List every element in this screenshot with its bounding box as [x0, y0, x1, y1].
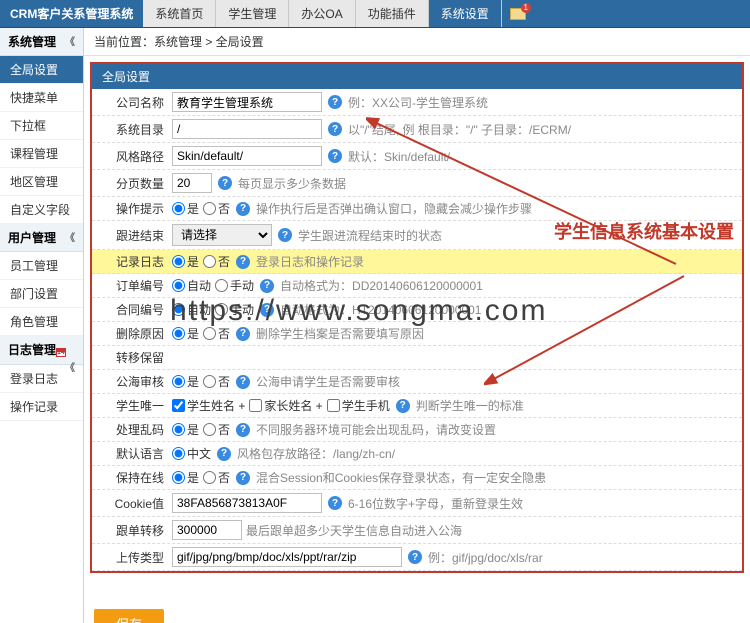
lang-zh[interactable]: 中文 [172, 445, 211, 462]
keeponline-yes[interactable]: 是 [172, 469, 199, 486]
sidebar-item-area[interactable]: 地区管理 [0, 168, 83, 196]
sysdir-input[interactable] [172, 119, 322, 139]
cookie-input[interactable] [172, 493, 322, 513]
company-input[interactable] [172, 92, 322, 112]
panel-title: 全局设置 [92, 64, 742, 89]
help-icon: ? [328, 149, 342, 163]
help-icon: ? [278, 228, 292, 242]
contract-manual[interactable]: 手动 [215, 301, 254, 318]
help-icon: ? [236, 255, 250, 269]
sidebar-item-dropdown[interactable]: 下拉框 [0, 112, 83, 140]
optip-yes[interactable]: 是 [172, 200, 199, 217]
sidebar-item-global[interactable]: 全局设置 [0, 56, 83, 84]
upload-input[interactable] [172, 547, 402, 567]
settings-panel: 全局设置 公司名称?例：XX公司-学生管理系统 系统目录?以"/"结尾, 例 根… [90, 62, 744, 573]
tab-settings[interactable]: 系统设置 [429, 0, 502, 27]
help-icon: ? [328, 496, 342, 510]
help-icon: ? [217, 447, 231, 461]
breadcrumb: 当前位置：系统管理 > 全局设置 [84, 28, 750, 56]
mail-button[interactable]: 1 [502, 0, 534, 27]
encoding-no[interactable]: 否 [203, 421, 230, 438]
save-button[interactable]: 保存 [94, 609, 164, 623]
orderno-manual[interactable]: 手动 [215, 277, 254, 294]
mail-icon: 1 [510, 8, 526, 20]
help-icon: ? [328, 122, 342, 136]
side-head-log[interactable]: 日志管理14《 [0, 336, 83, 365]
tab-student[interactable]: 学生管理 [216, 0, 289, 27]
delreason-no[interactable]: 否 [203, 325, 230, 342]
encoding-yes[interactable]: 是 [172, 421, 199, 438]
help-icon: ? [236, 202, 250, 216]
optip-no[interactable]: 否 [203, 200, 230, 217]
help-icon: ? [236, 375, 250, 389]
sidebar-item-dept[interactable]: 部门设置 [0, 280, 83, 308]
sidebar-item-role[interactable]: 角色管理 [0, 308, 83, 336]
brand-title: CRM客户关系管理系统 [0, 0, 143, 27]
side-head-system[interactable]: 系统管理《 [0, 28, 83, 56]
sidebar-item-staff[interactable]: 员工管理 [0, 252, 83, 280]
help-icon: ? [236, 471, 250, 485]
sidebar-item-course[interactable]: 课程管理 [0, 140, 83, 168]
seaaudit-no[interactable]: 否 [203, 373, 230, 390]
help-icon: ? [408, 550, 422, 564]
help-icon: ? [260, 279, 274, 293]
seaaudit-yes[interactable]: 是 [172, 373, 199, 390]
log-yes[interactable]: 是 [172, 253, 199, 270]
followend-select[interactable]: 请选择 [172, 224, 272, 246]
help-icon: ? [236, 327, 250, 341]
main-area: 当前位置：系统管理 > 全局设置 全局设置 公司名称?例：XX公司-学生管理系统… [84, 28, 750, 623]
orderno-auto[interactable]: 自动 [172, 277, 211, 294]
side-head-user[interactable]: 用户管理《 [0, 224, 83, 252]
tab-plugin[interactable]: 功能插件 [356, 0, 429, 27]
sidebar-item-quickmenu[interactable]: 快捷菜单 [0, 84, 83, 112]
help-icon: ? [260, 303, 274, 317]
keeponline-no[interactable]: 否 [203, 469, 230, 486]
top-nav: CRM客户关系管理系统 系统首页 学生管理 办公OA 功能插件 系统设置 1 [0, 0, 750, 28]
chevron-left-icon: 《 [65, 229, 75, 244]
calendar-icon: 14 [56, 348, 66, 357]
sidebar: 系统管理《 全局设置 快捷菜单 下拉框 课程管理 地区管理 自定义字段 用户管理… [0, 28, 84, 623]
pagesize-input[interactable] [172, 173, 212, 193]
skin-input[interactable] [172, 146, 322, 166]
chevron-left-icon: 《 [65, 359, 75, 374]
help-icon: ? [218, 176, 232, 190]
chevron-left-icon: 《 [65, 33, 75, 48]
help-icon: ? [328, 95, 342, 109]
delreason-yes[interactable]: 是 [172, 325, 199, 342]
followmv-input[interactable] [172, 520, 242, 540]
unique-mobile[interactable]: 学生手机 [327, 397, 390, 414]
unique-name[interactable]: 学生姓名 + [172, 397, 245, 414]
log-no[interactable]: 否 [203, 253, 230, 270]
sidebar-item-oplog[interactable]: 操作记录 [0, 393, 83, 421]
contract-auto[interactable]: 自动 [172, 301, 211, 318]
tab-oa[interactable]: 办公OA [289, 0, 355, 27]
sidebar-item-custom[interactable]: 自定义字段 [0, 196, 83, 224]
help-icon: ? [236, 423, 250, 437]
help-icon: ? [396, 399, 410, 413]
unique-parent[interactable]: 家长姓名 + [249, 397, 322, 414]
tab-home[interactable]: 系统首页 [143, 0, 216, 27]
